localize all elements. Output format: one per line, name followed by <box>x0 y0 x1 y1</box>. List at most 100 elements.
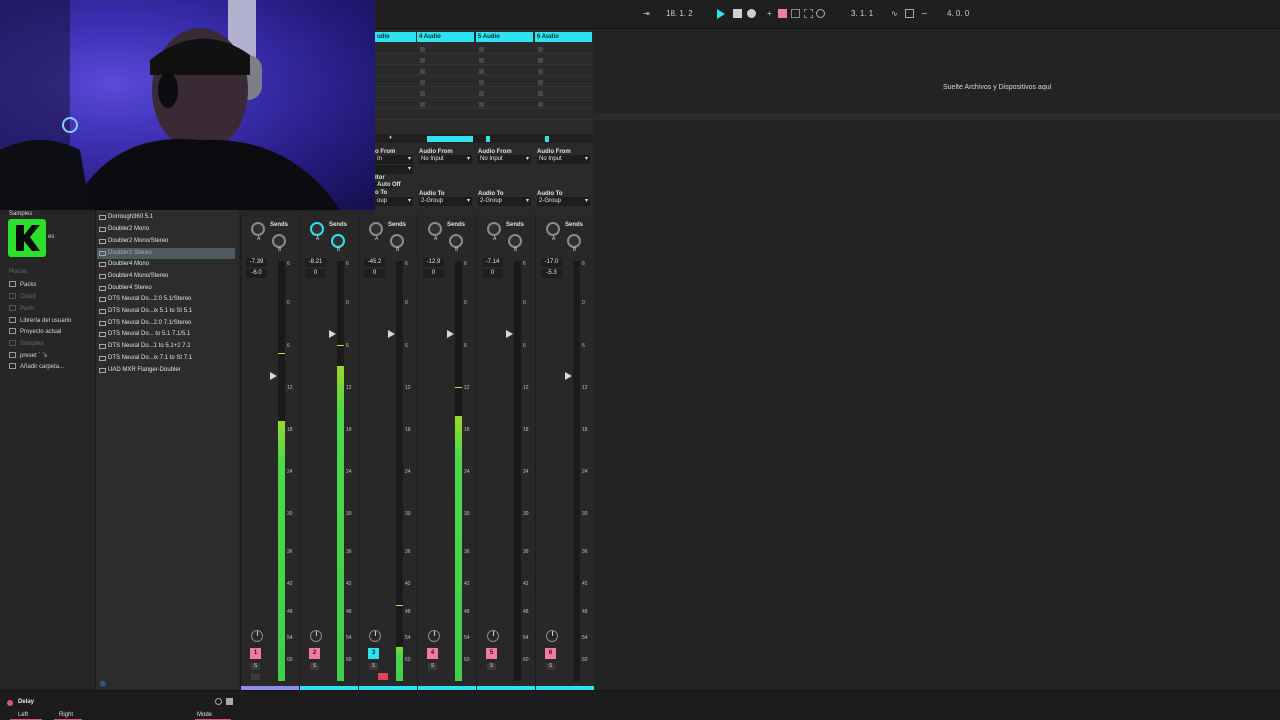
audio-to-select[interactable]: 2-Group <box>537 197 590 206</box>
send-a-knob[interactable] <box>310 222 324 236</box>
track-volume-value[interactable]: -17.0 <box>541 258 562 267</box>
browser-scroll-icon[interactable]: ⊞ <box>100 680 106 688</box>
pan-knob[interactable] <box>251 630 263 642</box>
send-a-knob[interactable] <box>487 222 501 236</box>
track-pan-value[interactable]: 0 <box>305 269 326 278</box>
track-header-3[interactable]: udio <box>375 32 416 42</box>
arm-button[interactable] <box>378 673 388 680</box>
send-a-knob[interactable] <box>369 222 383 236</box>
solo-button[interactable]: S <box>428 663 437 670</box>
sidebar-item-partial[interactable]: es <box>48 234 54 240</box>
clip-stop-button[interactable] <box>479 91 484 96</box>
send-a-knob[interactable] <box>428 222 442 236</box>
volume-fader-handle[interactable] <box>447 330 454 338</box>
send-b-knob[interactable] <box>508 234 522 248</box>
follow-icon[interactable]: ⇥ <box>643 9 650 18</box>
capture-midi-icon[interactable] <box>804 9 813 18</box>
sidebar-item-presets[interactable]: preset ` `s <box>9 352 47 359</box>
sidebar-item-packs[interactable]: Packs <box>9 281 36 288</box>
track-volume-value[interactable]: -8.21 <box>305 258 326 267</box>
clip-stop-button[interactable] <box>538 69 543 74</box>
track-activator-button[interactable]: 4 <box>427 648 438 659</box>
clip-slot-row[interactable] <box>375 77 593 87</box>
clip-stop-button[interactable] <box>420 69 425 74</box>
clip-stop-button[interactable] <box>538 58 543 63</box>
clip-stop-button[interactable] <box>538 102 543 107</box>
send-a-knob[interactable] <box>251 222 265 236</box>
device-options-icon[interactable] <box>215 698 222 705</box>
play-icon[interactable] <box>717 9 725 19</box>
track-activator-button[interactable]: 5 <box>486 648 497 659</box>
clip-slot-row[interactable] <box>375 99 593 109</box>
sidebar-item-push[interactable]: Push <box>9 305 34 312</box>
session-record-icon[interactable] <box>816 9 825 18</box>
clip-stop-button[interactable] <box>538 80 543 85</box>
re-enable-automation-icon[interactable] <box>791 9 800 18</box>
send-b-knob[interactable] <box>331 234 345 248</box>
list-item[interactable]: DTS Neural Do...1 to 5.1+2 7.1 <box>97 341 235 352</box>
list-item[interactable]: Doubler4 Stereo <box>97 283 235 294</box>
track-pan-value[interactable]: -6.0 <box>246 269 267 278</box>
monitor-off-button[interactable]: Off <box>392 182 401 188</box>
solo-button[interactable]: S <box>546 663 555 670</box>
solo-button[interactable]: S <box>487 663 496 670</box>
sidebar-item-current-project[interactable]: Proyecto actual <box>9 328 61 335</box>
volume-fader-handle[interactable] <box>565 372 572 380</box>
track-activator-button[interactable]: 3 <box>368 648 379 659</box>
sidebar-item-samples[interactable]: Samples <box>9 340 43 347</box>
empty-track-drop-area[interactable] <box>594 30 1280 690</box>
clip-stop-button[interactable] <box>479 47 484 52</box>
monitor-auto-button[interactable]: Auto <box>375 182 393 188</box>
clip-stop-button[interactable] <box>420 102 425 107</box>
track-activator-button[interactable]: 6 <box>545 648 556 659</box>
loop-start[interactable]: 3. 1. 1 <box>851 9 873 18</box>
send-b-knob[interactable] <box>567 234 581 248</box>
volume-fader-handle[interactable] <box>329 330 336 338</box>
track-volume-value[interactable]: -45.2 <box>364 258 385 267</box>
list-item[interactable]: DTS Neural Do...2.0 7.1/Stereo <box>97 318 235 329</box>
audio-from-select[interactable]: No Input <box>419 155 472 164</box>
audio-from-select[interactable]: In <box>375 155 413 164</box>
overdub-icon[interactable]: + <box>767 9 772 18</box>
track-activator-button[interactable]: 2 <box>309 648 320 659</box>
track-pan-value[interactable]: 0 <box>423 269 444 278</box>
microphone-icon[interactable]: ♦ <box>389 135 392 141</box>
pan-knob[interactable] <box>369 630 381 642</box>
pan-knob[interactable] <box>428 630 440 642</box>
send-b-knob[interactable] <box>390 234 404 248</box>
sidebar-item-samples-top[interactable]: Samples <box>9 211 32 217</box>
device-power-icon[interactable] <box>7 700 13 706</box>
volume-fader-handle[interactable] <box>270 372 277 380</box>
monitor-button[interactable] <box>251 673 260 680</box>
clip-stop-button[interactable] <box>479 102 484 107</box>
sidebar-item-cloud[interactable]: Cloud <box>9 293 36 300</box>
send-b-knob[interactable] <box>449 234 463 248</box>
track-volume-value[interactable]: -7.14 <box>482 258 503 267</box>
track-activator-button[interactable]: 1 <box>250 648 261 659</box>
list-item[interactable]: Doubler2 Mono/Stereo <box>97 236 235 247</box>
send-a-knob[interactable] <box>546 222 560 236</box>
audio-to-select[interactable]: 2-Group <box>419 197 472 206</box>
list-item[interactable]: DTS Neural Do... to 5.1 7.1/5.1 <box>97 329 235 340</box>
track-pan-value[interactable]: 0 <box>482 269 503 278</box>
punch-in-icon[interactable]: ∿ <box>891 9 898 18</box>
clip-stop-button[interactable] <box>420 58 425 63</box>
send-b-knob[interactable] <box>272 234 286 248</box>
list-item[interactable]: DTS Neural Do...ix 7.1 to St 7.1 <box>97 353 235 364</box>
record-icon[interactable] <box>747 9 756 18</box>
sidebar-item-user-library[interactable]: Librería del usuario <box>9 317 71 324</box>
punch-out-icon[interactable]: ∽ <box>921 9 928 18</box>
solo-button[interactable]: S <box>251 663 260 670</box>
clip-slot-row[interactable] <box>375 110 593 120</box>
list-item[interactable]: DTS Neural Do...ix 5.1 to St 5.1 <box>97 306 235 317</box>
clip-slot-row[interactable] <box>375 44 593 54</box>
list-item[interactable]: Doubler4 Mono/Stereo <box>97 271 235 282</box>
clip-stop-button[interactable] <box>420 47 425 52</box>
list-item[interactable]: Doubler2 Mono <box>97 224 235 235</box>
solo-button[interactable]: S <box>310 663 319 670</box>
loop-switch-icon[interactable] <box>905 9 914 18</box>
clip-stop-button[interactable] <box>420 80 425 85</box>
input-channel-select[interactable] <box>375 165 413 174</box>
pan-knob[interactable] <box>546 630 558 642</box>
track-header-5[interactable]: 5 Audio <box>476 32 533 42</box>
